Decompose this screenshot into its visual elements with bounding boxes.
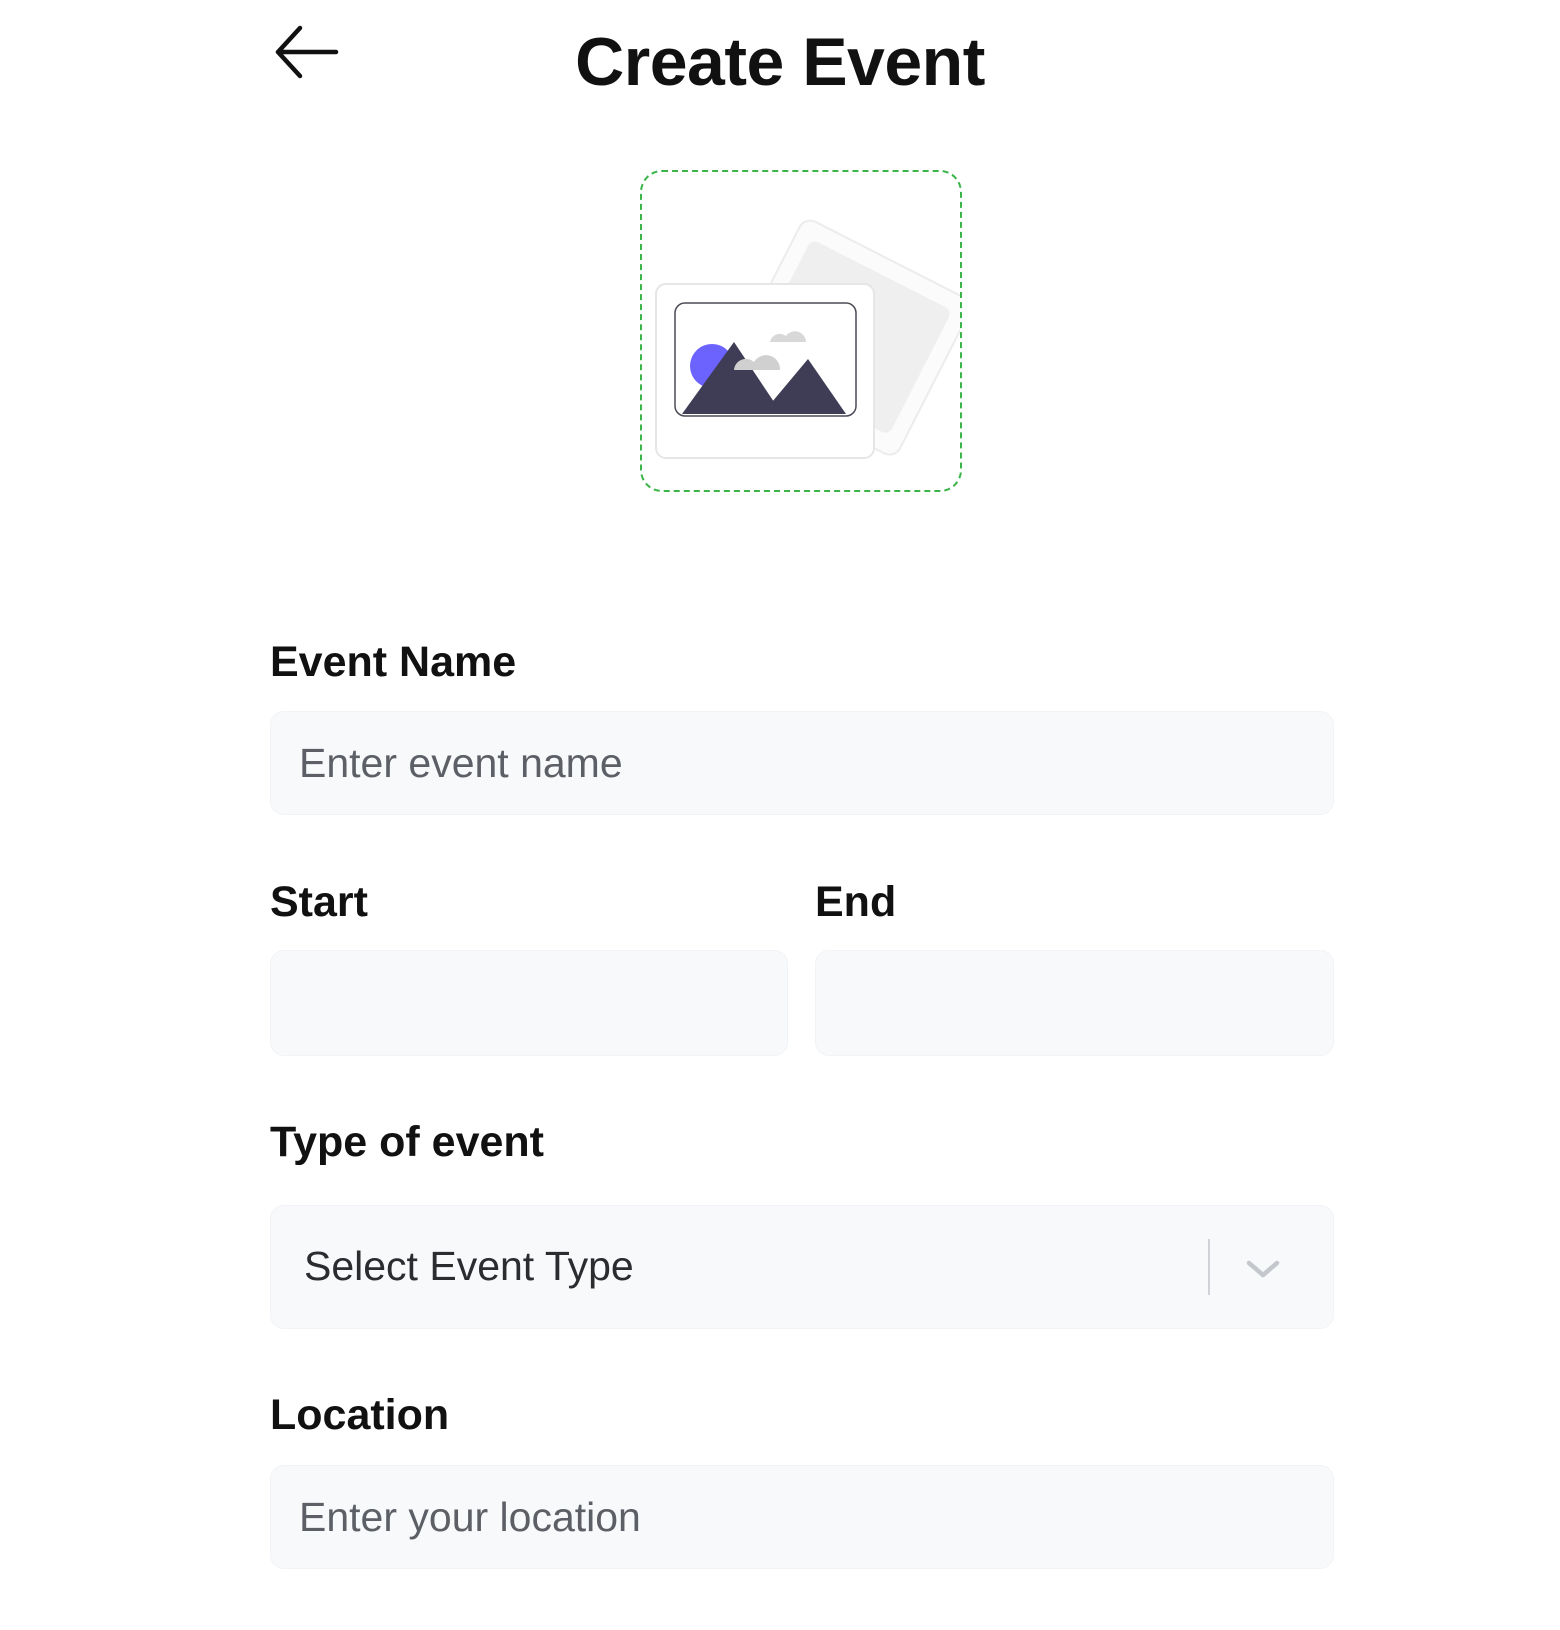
end-datetime-input[interactable] [815, 950, 1334, 1056]
select-separator [1208, 1239, 1210, 1295]
chevron-down-icon[interactable] [1241, 1249, 1285, 1289]
event-name-input[interactable] [270, 711, 1334, 815]
event-type-selected-value: Select Event Type [304, 1243, 634, 1289]
start-label: Start [270, 878, 368, 926]
location-input[interactable] [270, 1465, 1334, 1569]
location-label: Location [270, 1391, 450, 1439]
image-placeholder-icon [642, 172, 960, 490]
event-type-label: Type of event [270, 1118, 544, 1166]
event-image-upload[interactable] [640, 170, 962, 492]
event-type-select[interactable]: Select Event Type [270, 1205, 1334, 1329]
start-datetime-input[interactable] [270, 950, 788, 1056]
end-label: End [815, 878, 897, 926]
event-name-label: Event Name [270, 638, 517, 686]
page-title: Create Event [575, 24, 985, 100]
